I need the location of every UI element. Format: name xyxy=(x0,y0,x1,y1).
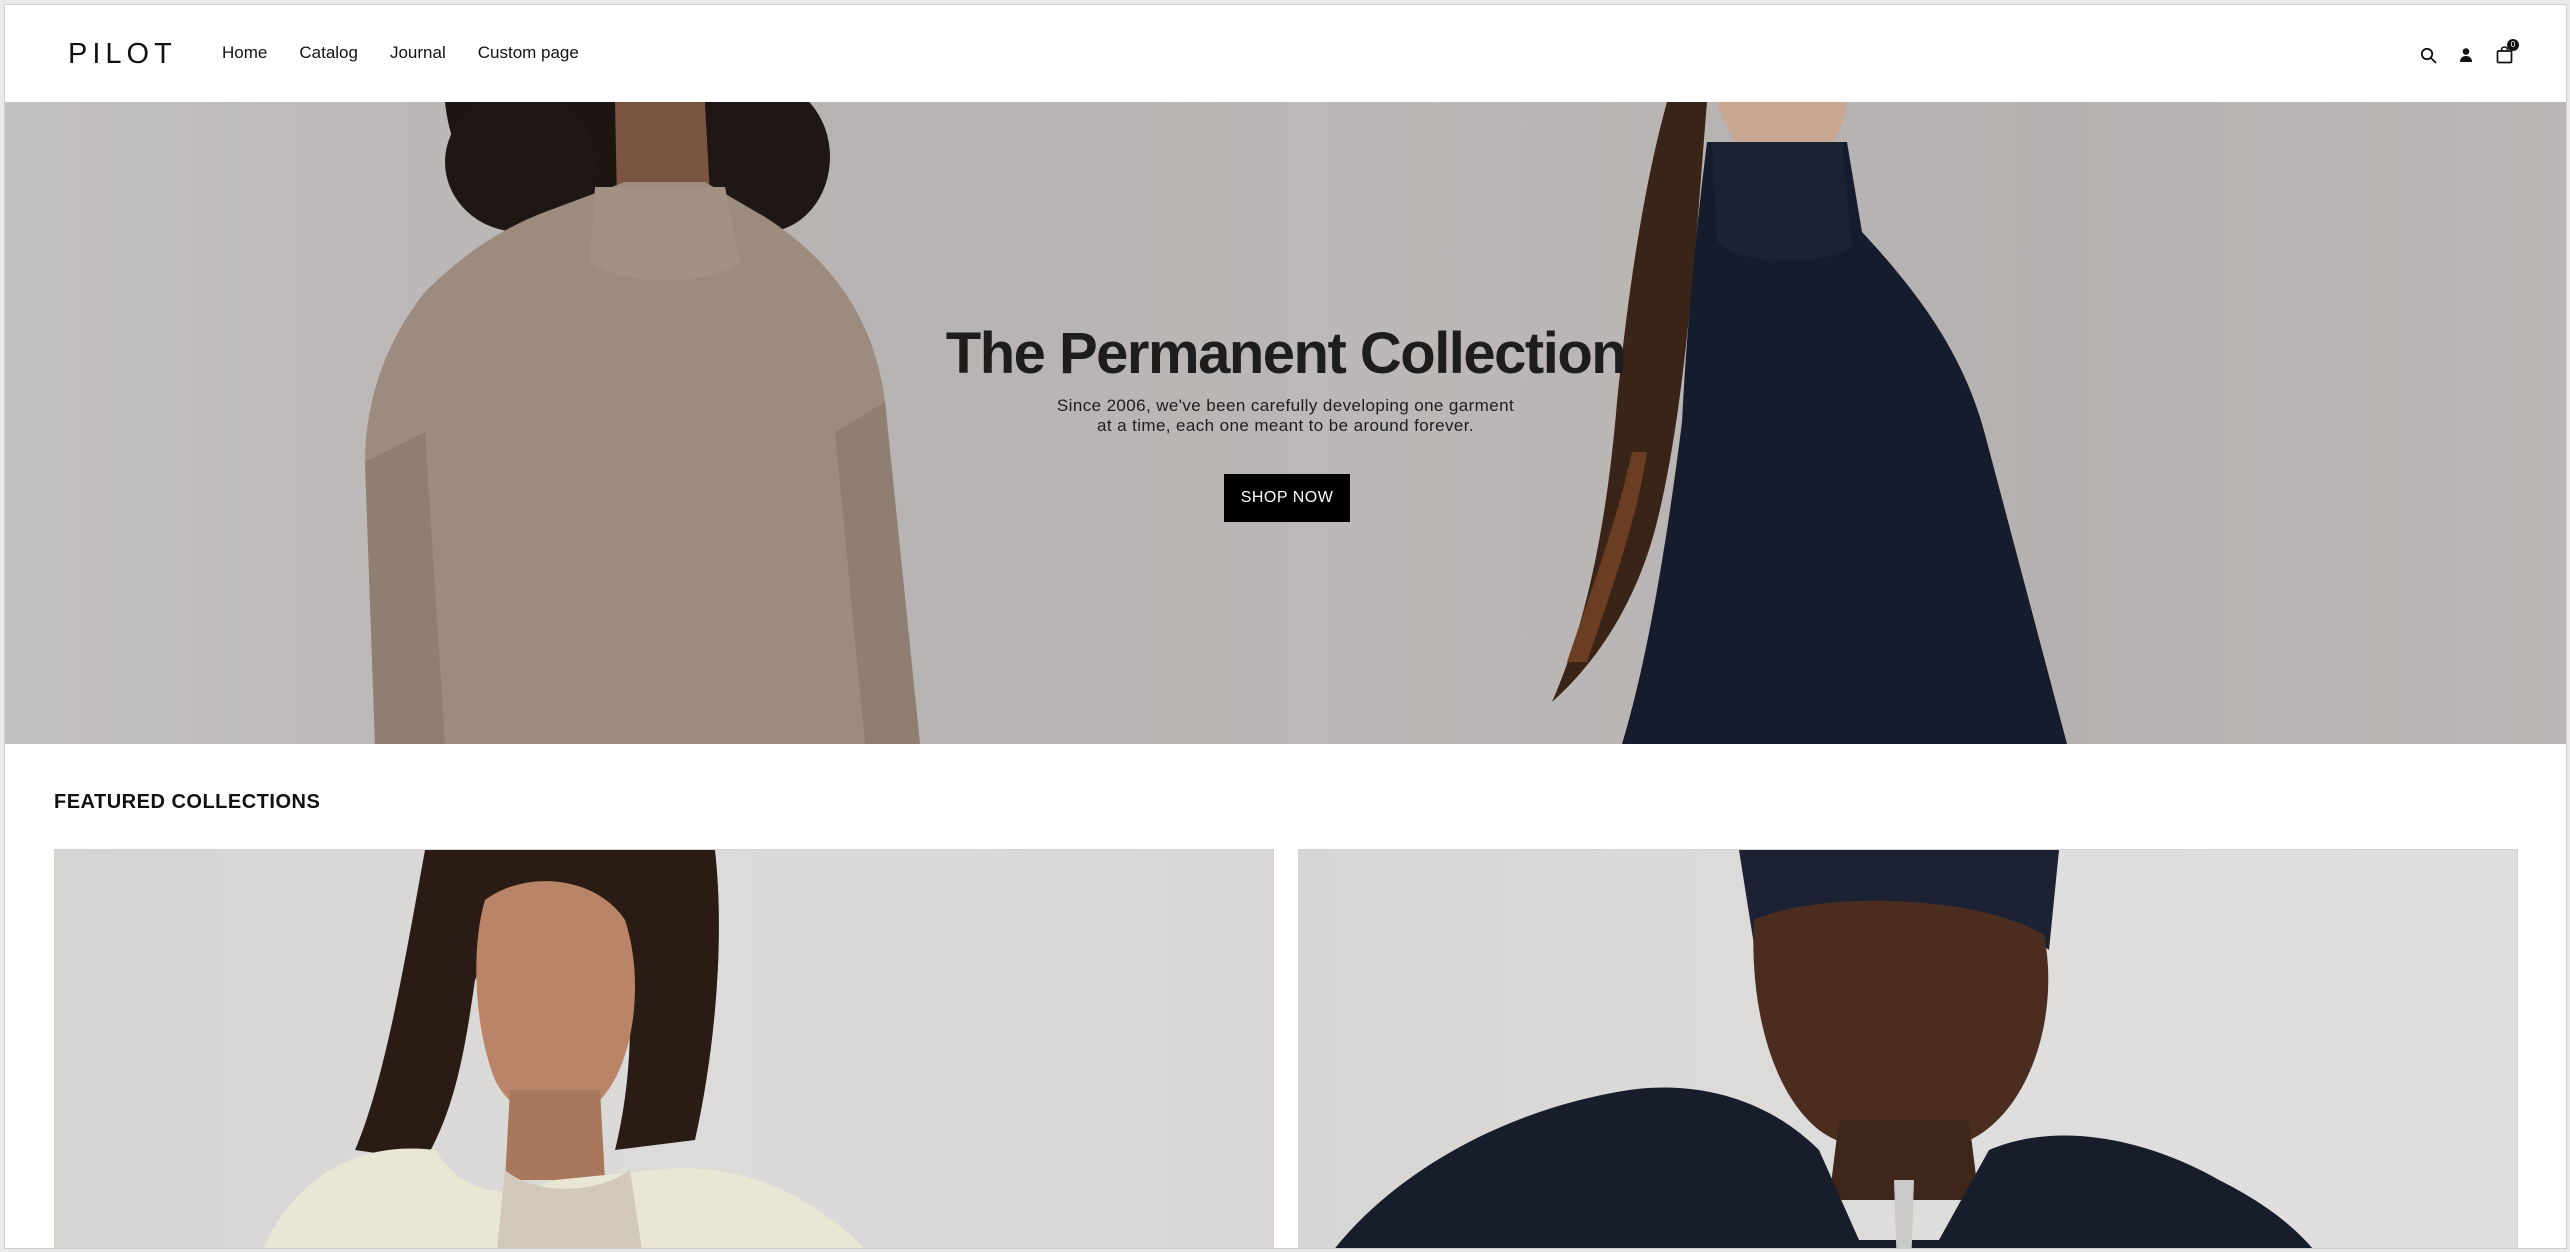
account-icon[interactable] xyxy=(2456,45,2476,65)
search-icon[interactable] xyxy=(2418,45,2438,65)
nav-item-catalog[interactable]: Catalog xyxy=(299,43,358,63)
hero-subtitle-line-2: at a time, each one meant to be around f… xyxy=(1097,416,1474,435)
hero-subtitle: Since 2006, we've been carefully develop… xyxy=(5,396,2566,436)
site-logo[interactable]: PILOT xyxy=(68,38,177,71)
cart-count-badge: 0 xyxy=(2507,39,2519,51)
collection-card-women[interactable] xyxy=(54,849,1274,1248)
collection-card-men[interactable] xyxy=(1298,849,2518,1248)
hero-subtitle-line-1: Since 2006, we've been carefully develop… xyxy=(1056,396,1515,415)
hero-content: The Permanent Collection Since 2006, we'… xyxy=(5,102,2566,744)
nav-item-journal[interactable]: Journal xyxy=(390,43,446,63)
collection-image-men xyxy=(1335,850,2313,1248)
nav-item-home[interactable]: Home xyxy=(222,43,267,63)
site-header: PILOT Home Catalog Journal Custom page 0 xyxy=(5,5,2566,102)
hero-title: The Permanent Collection xyxy=(945,321,1627,386)
cart-icon[interactable]: 0 xyxy=(2494,39,2519,65)
hero-banner: The Permanent Collection Since 2006, we'… xyxy=(5,102,2566,744)
shop-now-button[interactable]: SHOP NOW xyxy=(1224,474,1350,522)
header-actions: 0 xyxy=(2418,39,2519,65)
featured-collections-heading: FEATURED COLLECTIONS xyxy=(54,791,321,813)
main-nav: Home Catalog Journal Custom page xyxy=(222,43,579,63)
nav-item-custom-page[interactable]: Custom page xyxy=(478,43,579,63)
collection-image-women xyxy=(263,850,865,1248)
browser-viewport: PILOT Home Catalog Journal Custom page 0… xyxy=(4,4,2567,1249)
